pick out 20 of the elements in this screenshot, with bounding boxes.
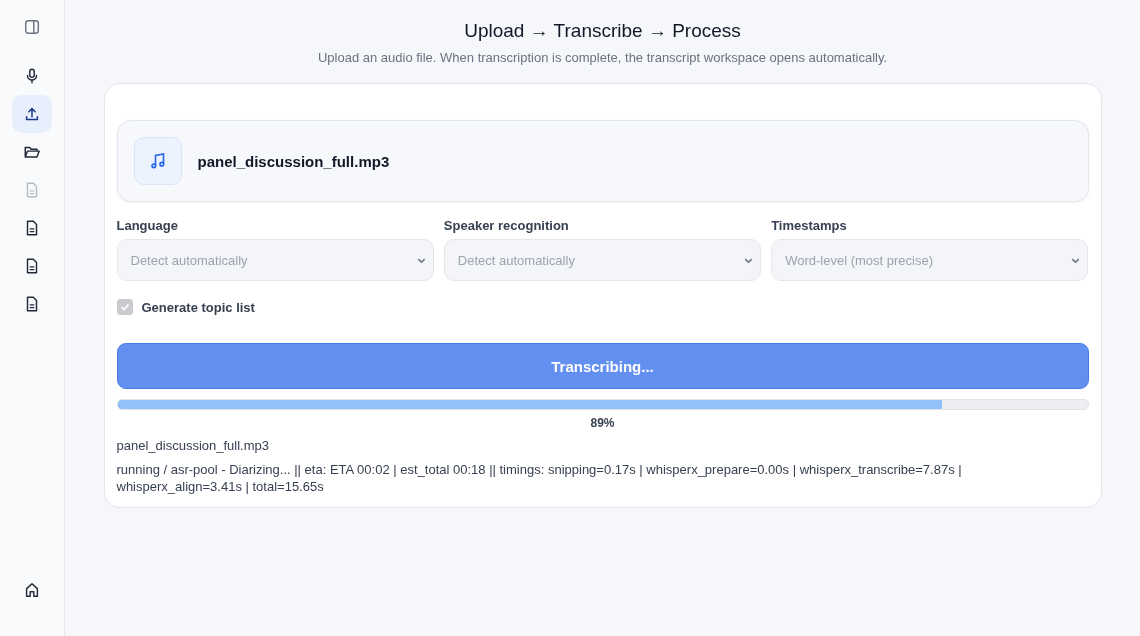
upload-nav-button[interactable] <box>12 95 52 133</box>
option-label: Timestamps <box>771 218 848 233</box>
music-note-icon <box>133 137 182 185</box>
home-icon <box>23 581 41 599</box>
select-field[interactable]: Detect automatically <box>116 239 434 281</box>
select-field[interactable]: Detect automatically <box>443 239 762 281</box>
sidebar-toggle-icon <box>23 18 41 36</box>
status-text: running / asr-pool - Diarizing... || eta: ETA 00:02 | est_total 00:18 || timings: snipping=0.17s | whisperx_prepare=0.00s | whisperx_transcribe=7.87s | whisperx_align=3.41s | total=15.65s <box>116 461 963 495</box>
transcribe-button[interactable]: Transcribing... <box>116 343 1089 389</box>
progress-percent: 89% <box>589 416 616 430</box>
page-title: Upload → Transcribe → Process <box>464 20 741 42</box>
checkbox-label: Generate topic list <box>141 299 255 315</box>
file-name: panel_discussion_full.mp3 <box>197 152 390 170</box>
option-label: Language <box>116 218 179 233</box>
select-field[interactable]: Word-level (most precise) <box>771 239 1089 281</box>
checkmark-icon <box>118 301 131 313</box>
page-subtitle: Upload an audio file. When transcription is complete, the transcript workspace opens automatically. <box>317 50 888 65</box>
option-label: Speaker recognition <box>443 218 570 233</box>
progress-file-name: panel_discussion_full.mp3 <box>116 438 270 453</box>
upload-icon <box>23 105 41 123</box>
